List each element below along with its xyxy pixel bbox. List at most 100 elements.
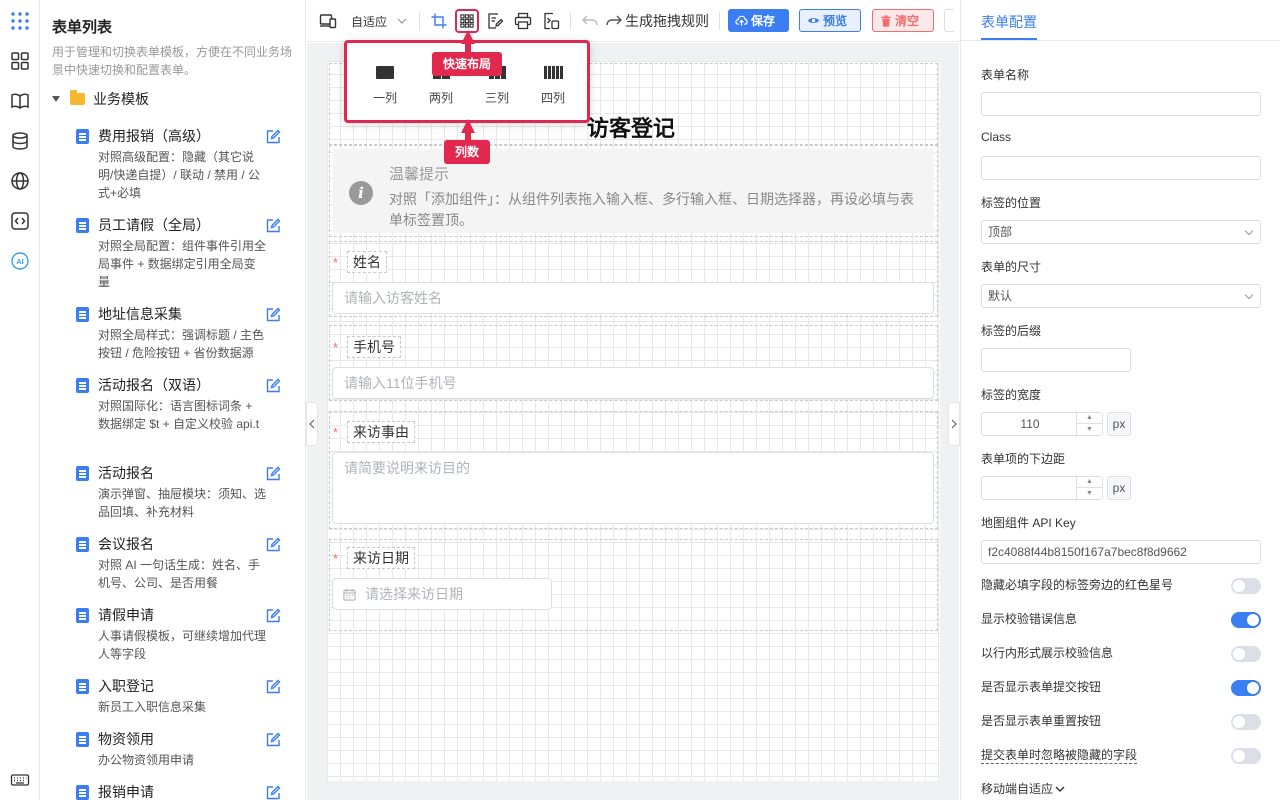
edit-icon[interactable]: [265, 537, 281, 553]
phone-input[interactable]: 请输入11位手机号: [332, 367, 934, 399]
code-generate-icon[interactable]: [542, 11, 560, 31]
edit-doc-icon[interactable]: [486, 11, 504, 31]
crop-icon[interactable]: [430, 11, 448, 31]
print-icon[interactable]: [514, 11, 532, 31]
template-name: 员工请假（全局）: [98, 217, 210, 233]
visitor-name-input[interactable]: 请输入访客姓名: [332, 282, 934, 314]
stepper-down-icon[interactable]: ▼: [1076, 488, 1102, 499]
grid-layout-icon: [460, 14, 474, 28]
device-toggle-icon[interactable]: [319, 11, 337, 31]
form-name-input[interactable]: [981, 92, 1261, 116]
book-icon[interactable]: [8, 89, 32, 113]
database-icon[interactable]: [8, 129, 32, 153]
globe-icon[interactable]: [8, 169, 32, 193]
visit-date-picker[interactable]: 请选择来访日期: [332, 578, 552, 610]
adapt-select[interactable]: 自适应: [351, 11, 407, 31]
inline-message-switch[interactable]: [1231, 646, 1261, 662]
calendar-icon: [343, 588, 356, 601]
required-mark: *: [333, 254, 339, 270]
class-input[interactable]: [981, 156, 1261, 180]
quick-layout-callout: 快速布局: [432, 52, 502, 76]
undo-icon[interactable]: [581, 11, 599, 31]
switch-label-ignore-hidden: 提交表单时忽略被隐藏的字段: [981, 748, 1138, 764]
more-button-partial[interactable]: [944, 9, 954, 32]
edit-icon[interactable]: [265, 785, 281, 800]
layout-option-four-columns[interactable]: 四列: [531, 63, 575, 106]
label-position-select[interactable]: 顶部: [981, 220, 1261, 244]
info-icon: i: [349, 181, 373, 205]
label-width-stepper[interactable]: 110 ▲ ▼: [981, 412, 1103, 436]
document-icon: [76, 785, 89, 800]
ignore-hidden-switch[interactable]: [1231, 748, 1261, 764]
hide-asterisk-switch[interactable]: [1231, 578, 1261, 594]
components-icon[interactable]: [8, 49, 32, 73]
layout-option-label: 四列: [540, 91, 565, 105]
sidebar-title: 表单列表: [52, 19, 113, 36]
four-columns-icon: [531, 63, 575, 79]
edit-icon[interactable]: [265, 307, 281, 323]
generate-rules-button[interactable]: 生成拖拽规则: [605, 11, 709, 31]
document-icon: [76, 129, 89, 144]
caret-down-icon[interactable]: [52, 96, 60, 102]
save-button[interactable]: 保存: [728, 9, 789, 32]
edit-icon[interactable]: [265, 732, 281, 748]
collapse-left-button[interactable]: [306, 402, 318, 446]
item-margin-stepper[interactable]: ▲ ▼: [981, 476, 1103, 500]
tip-alert: i 温馨提示 对照「添加组件」：从组件列表拖入输入框、多行输入框、日期选择器，再…: [333, 149, 934, 233]
preview-button[interactable]: 预览: [799, 9, 861, 32]
generate-rules-label: 生成拖拽规则: [625, 13, 709, 29]
chevron-down-icon: [1244, 226, 1254, 236]
document-icon: [76, 307, 89, 322]
form-size-select[interactable]: 默认: [981, 284, 1261, 308]
switch-label-inline-message: 以行内形式展示校验信息: [981, 646, 1114, 660]
field-label-text: 姓名: [347, 251, 387, 273]
folder-label: 业务模板: [93, 91, 149, 107]
form-size-value: 默认: [988, 289, 1013, 303]
map-key-input[interactable]: f2c4088f44b8150f167a7bec8f8d9662: [981, 540, 1261, 564]
edit-icon[interactable]: [265, 679, 281, 695]
tab-form-config[interactable]: 表单配置: [981, 12, 1037, 32]
show-error-switch[interactable]: [1231, 612, 1261, 628]
edit-icon[interactable]: [265, 378, 281, 394]
template-desc: 对照国际化：语言图标词条 + 数据绑定 $t + 自定义校验 api.t: [98, 399, 260, 431]
class-label: Class: [981, 130, 1012, 144]
reset-button-switch[interactable]: [1231, 714, 1261, 730]
stepper-down-icon[interactable]: ▼: [1076, 424, 1102, 435]
submit-button-switch[interactable]: [1231, 680, 1261, 696]
mobile-adapt-toggle[interactable]: 移动端自适应: [981, 780, 1065, 797]
required-mark: *: [333, 550, 339, 566]
template-desc: 演示弹窗、抽屉模块：须知、选品回填、补充材料: [98, 487, 267, 519]
edit-icon[interactable]: [265, 466, 281, 482]
template-name: 物资领用: [98, 731, 154, 747]
template-desc: 对照 AI 一句话生成：姓名、手机号、公司、是否用餐: [98, 558, 261, 590]
field-label-date: * 来访日期: [333, 547, 415, 569]
layout-option-one-column[interactable]: 一列: [363, 63, 407, 106]
cloud-upload-icon: [735, 15, 748, 26]
document-icon: [76, 218, 89, 233]
edit-icon[interactable]: [265, 129, 281, 145]
item-margin-label: 表单项的下边距: [981, 452, 1066, 466]
chevron-down-icon: [397, 18, 407, 24]
trash-icon: [881, 14, 891, 27]
template-name: 报销申请: [98, 784, 154, 800]
label-suffix-input[interactable]: [981, 348, 1131, 372]
code-icon[interactable]: [8, 209, 32, 233]
one-column-icon: [363, 63, 407, 79]
keyboard-icon[interactable]: [8, 768, 32, 792]
toolbar-divider: [719, 12, 720, 30]
edit-icon[interactable]: [265, 218, 281, 234]
edit-icon[interactable]: [265, 608, 281, 624]
visit-reason-textarea[interactable]: 请简要说明来访目的: [332, 452, 934, 524]
folder-business-templates[interactable]: 业务模板: [52, 90, 149, 108]
required-mark: *: [333, 339, 339, 355]
collapse-right-button[interactable]: [948, 402, 960, 446]
clear-button[interactable]: 清空: [872, 9, 934, 32]
form-canvas[interactable]: 访客登记 i 温馨提示 对照「添加组件」：从组件列表拖入输入框、多行输入框、日期…: [327, 61, 940, 781]
toolbar-divider: [570, 12, 571, 30]
field-label-reason: * 来访事由: [333, 421, 415, 443]
clear-label: 清空: [895, 14, 920, 28]
toolbar-divider: [419, 12, 420, 30]
app-grid-icon[interactable]: [8, 9, 32, 33]
ai-icon[interactable]: AI: [8, 249, 32, 273]
template-desc: 对照高级配置：隐藏（其它说明/快递自提）/ 联动 / 禁用 / 公式+必填: [98, 150, 261, 200]
